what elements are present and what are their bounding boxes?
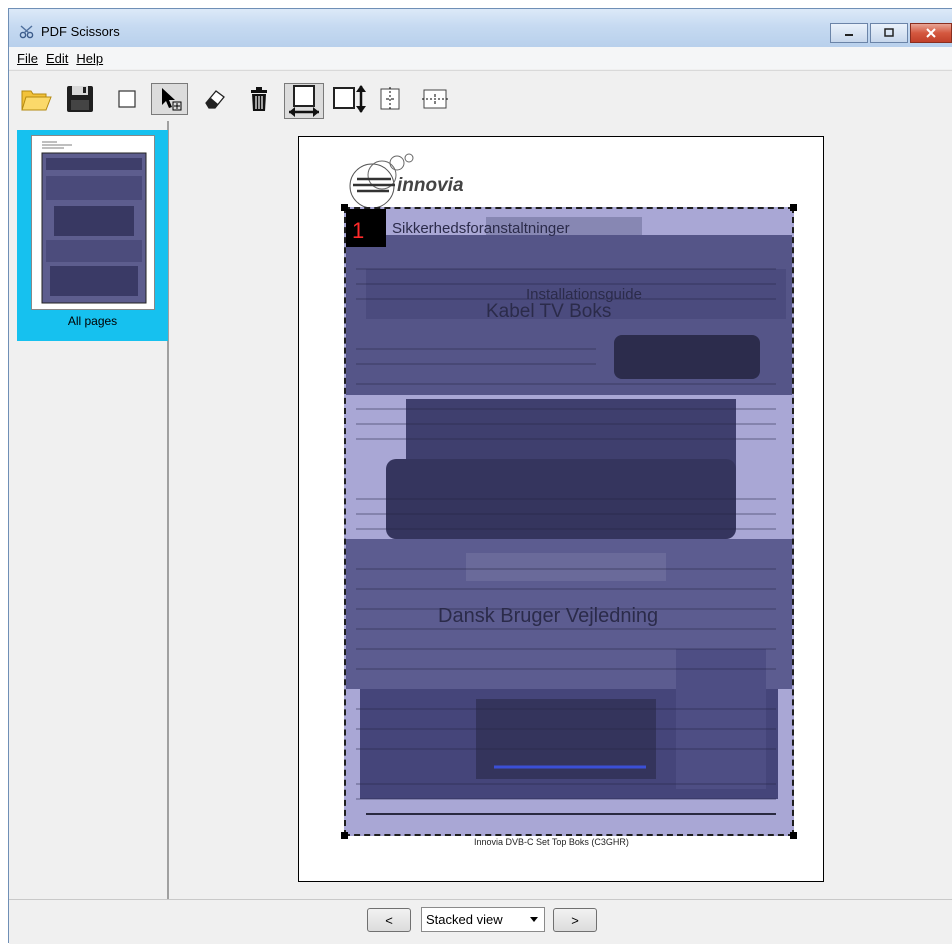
window-title: PDF Scissors — [41, 24, 120, 39]
split-horizontal-icon — [422, 89, 448, 109]
app-window: PDF Scissors File Edit Help All pages in… — [8, 8, 952, 944]
menu-file[interactable]: File — [13, 51, 42, 66]
new-selection-icon — [118, 90, 136, 108]
navigation-bar: < Stacked view > — [9, 899, 952, 944]
delete-icon — [251, 87, 267, 111]
view-mode-value: Stacked view — [426, 912, 503, 927]
page-content-preview: Sikkerhedsforanstaltninger Installations… — [346, 209, 792, 834]
select-tool-button[interactable] — [151, 83, 188, 115]
maximize-icon — [884, 28, 894, 37]
close-button[interactable] — [910, 23, 952, 43]
page-heading-safety: Sikkerhedsforanstaltninger — [392, 220, 570, 237]
toolbar — [9, 70, 952, 122]
menu-edit-label: Edit — [45, 50, 69, 66]
select-tool-icon — [161, 88, 181, 111]
crop-handle-top-right[interactable] — [790, 204, 797, 211]
thumbnail-page — [31, 135, 155, 310]
next-page-button[interactable]: > — [553, 908, 597, 932]
menu-help-label: Help — [76, 50, 104, 66]
save-icon — [67, 86, 93, 112]
thumbnail-preview — [32, 136, 154, 309]
thumbnail-all-pages[interactable]: All pages — [17, 130, 168, 341]
crop-handle-top-left[interactable] — [341, 204, 348, 211]
fit-width-icon — [289, 85, 319, 117]
new-selection-button[interactable] — [113, 83, 141, 115]
menu-edit[interactable]: Edit — [42, 51, 72, 66]
open-icon — [21, 90, 52, 111]
page-footer-text: Innovia DVB-C Set Top Boks (C3GHR) — [474, 837, 629, 847]
menu-bar: File Edit Help — [9, 47, 952, 69]
fit-width-button[interactable] — [284, 83, 324, 119]
dropdown-arrow-icon — [530, 917, 538, 922]
split-vertical-icon — [380, 87, 400, 111]
fit-height-button[interactable] — [331, 83, 369, 115]
page-canvas[interactable]: innovia Sikkerhedsforanstaltninger Insta… — [169, 121, 952, 899]
scissors-app-icon — [19, 25, 34, 39]
menu-help[interactable]: Help — [72, 51, 107, 66]
innovia-logo: innovia — [349, 153, 464, 209]
eraser-button[interactable] — [199, 83, 231, 115]
crop-selection[interactable]: Sikkerhedsforanstaltninger Installations… — [344, 207, 794, 836]
delete-button[interactable] — [243, 83, 275, 115]
open-button[interactable] — [19, 83, 53, 115]
eraser-icon — [205, 90, 225, 109]
menu-file-label: File — [17, 50, 38, 66]
page-heading-manual: Dansk Bruger Vejledning — [438, 605, 658, 627]
crop-handle-bottom-right[interactable] — [790, 832, 797, 839]
crop-number-label: 1 — [346, 209, 386, 247]
window-controls — [830, 23, 952, 43]
crop-handle-bottom-left[interactable] — [341, 832, 348, 839]
split-horizontal-button[interactable] — [417, 83, 453, 115]
minimize-button[interactable] — [830, 23, 868, 43]
view-mode-select[interactable]: Stacked view — [421, 907, 545, 932]
close-icon — [926, 28, 936, 38]
split-vertical-button[interactable] — [374, 83, 406, 115]
fit-height-icon — [333, 85, 366, 113]
previous-page-button[interactable]: < — [367, 908, 411, 932]
pdf-page: innovia Sikkerhedsforanstaltninger Insta… — [298, 136, 824, 882]
page-heading-cable-box: Kabel TV Boks — [486, 301, 611, 322]
save-button[interactable] — [64, 83, 96, 115]
title-bar[interactable]: PDF Scissors — [9, 9, 952, 47]
thumbnail-label: All pages — [67, 314, 118, 328]
minimize-icon — [845, 34, 853, 36]
maximize-button[interactable] — [870, 23, 908, 43]
thumbnail-sidebar: All pages — [9, 121, 169, 899]
logo-text: innovia — [397, 175, 464, 196]
